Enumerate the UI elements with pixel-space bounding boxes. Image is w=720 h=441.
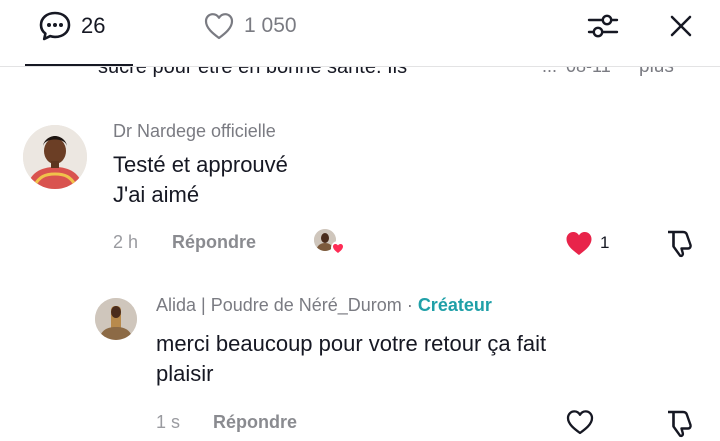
reply-comment-item: Alida | Poudre de Néré_Durom · Créateur …	[0, 282, 720, 441]
creator-badge: Créateur	[417, 295, 492, 315]
comment-bubble-icon	[39, 11, 71, 41]
avatar[interactable]	[95, 298, 137, 340]
tab-likes[interactable]: 1 050	[203, 10, 297, 42]
comments-count: 26	[81, 13, 106, 38]
comment-text: merci beaucoup pour votre retour ça fait…	[156, 329, 546, 389]
comment-username-row: Alida | Poudre de Néré_Durom · Créateur	[156, 295, 492, 316]
heart-outline-icon	[204, 13, 234, 40]
avatar-image	[23, 125, 87, 189]
creator-liked-heart-icon	[331, 241, 345, 255]
comment-text: Testé et approuvé J'ai aimé	[113, 150, 288, 210]
comment-username[interactable]: Alida | Poudre de Néré_Durom	[156, 295, 402, 315]
comments-header: 26 1 050	[0, 0, 720, 67]
avatar[interactable]	[23, 125, 87, 189]
avatar-image	[95, 298, 137, 340]
comment-timestamp: 1 s	[156, 412, 181, 432]
thumbs-down-icon	[668, 410, 692, 438]
close-icon	[670, 15, 692, 37]
likes-count: 1 050	[244, 14, 297, 37]
comment-text-line: merci beaucoup pour votre retour ça fait	[156, 331, 547, 356]
username-separator: ·	[401, 295, 418, 315]
header-divider	[0, 66, 720, 67]
thumbs-down-icon	[668, 230, 692, 258]
like-count: 1	[600, 233, 610, 252]
comment-item: Dr Nardege officielle Testé et approuvé …	[0, 110, 720, 280]
filter-button[interactable]	[585, 8, 621, 44]
comment-timestamp: 2 h	[113, 232, 139, 252]
tab-comments[interactable]: 26	[38, 10, 105, 42]
like-button[interactable]	[565, 408, 595, 436]
reply-button[interactable]: Répondre	[172, 232, 256, 253]
comment-text-line: J'ai aimé	[113, 182, 200, 207]
close-button[interactable]	[663, 8, 699, 44]
comment-text-line: plaisir	[156, 361, 214, 386]
comment-text-line: Testé et approuvé	[113, 152, 288, 177]
heart-outline-icon	[566, 410, 594, 435]
comment-username[interactable]: Dr Nardege officielle	[113, 121, 276, 142]
dislike-button[interactable]	[664, 228, 696, 263]
like-button[interactable]: 1	[564, 229, 609, 257]
dislike-button[interactable]	[664, 408, 696, 441]
reply-button[interactable]: Répondre	[213, 412, 297, 433]
heart-filled-icon	[566, 232, 592, 255]
sliders-icon	[587, 14, 619, 38]
